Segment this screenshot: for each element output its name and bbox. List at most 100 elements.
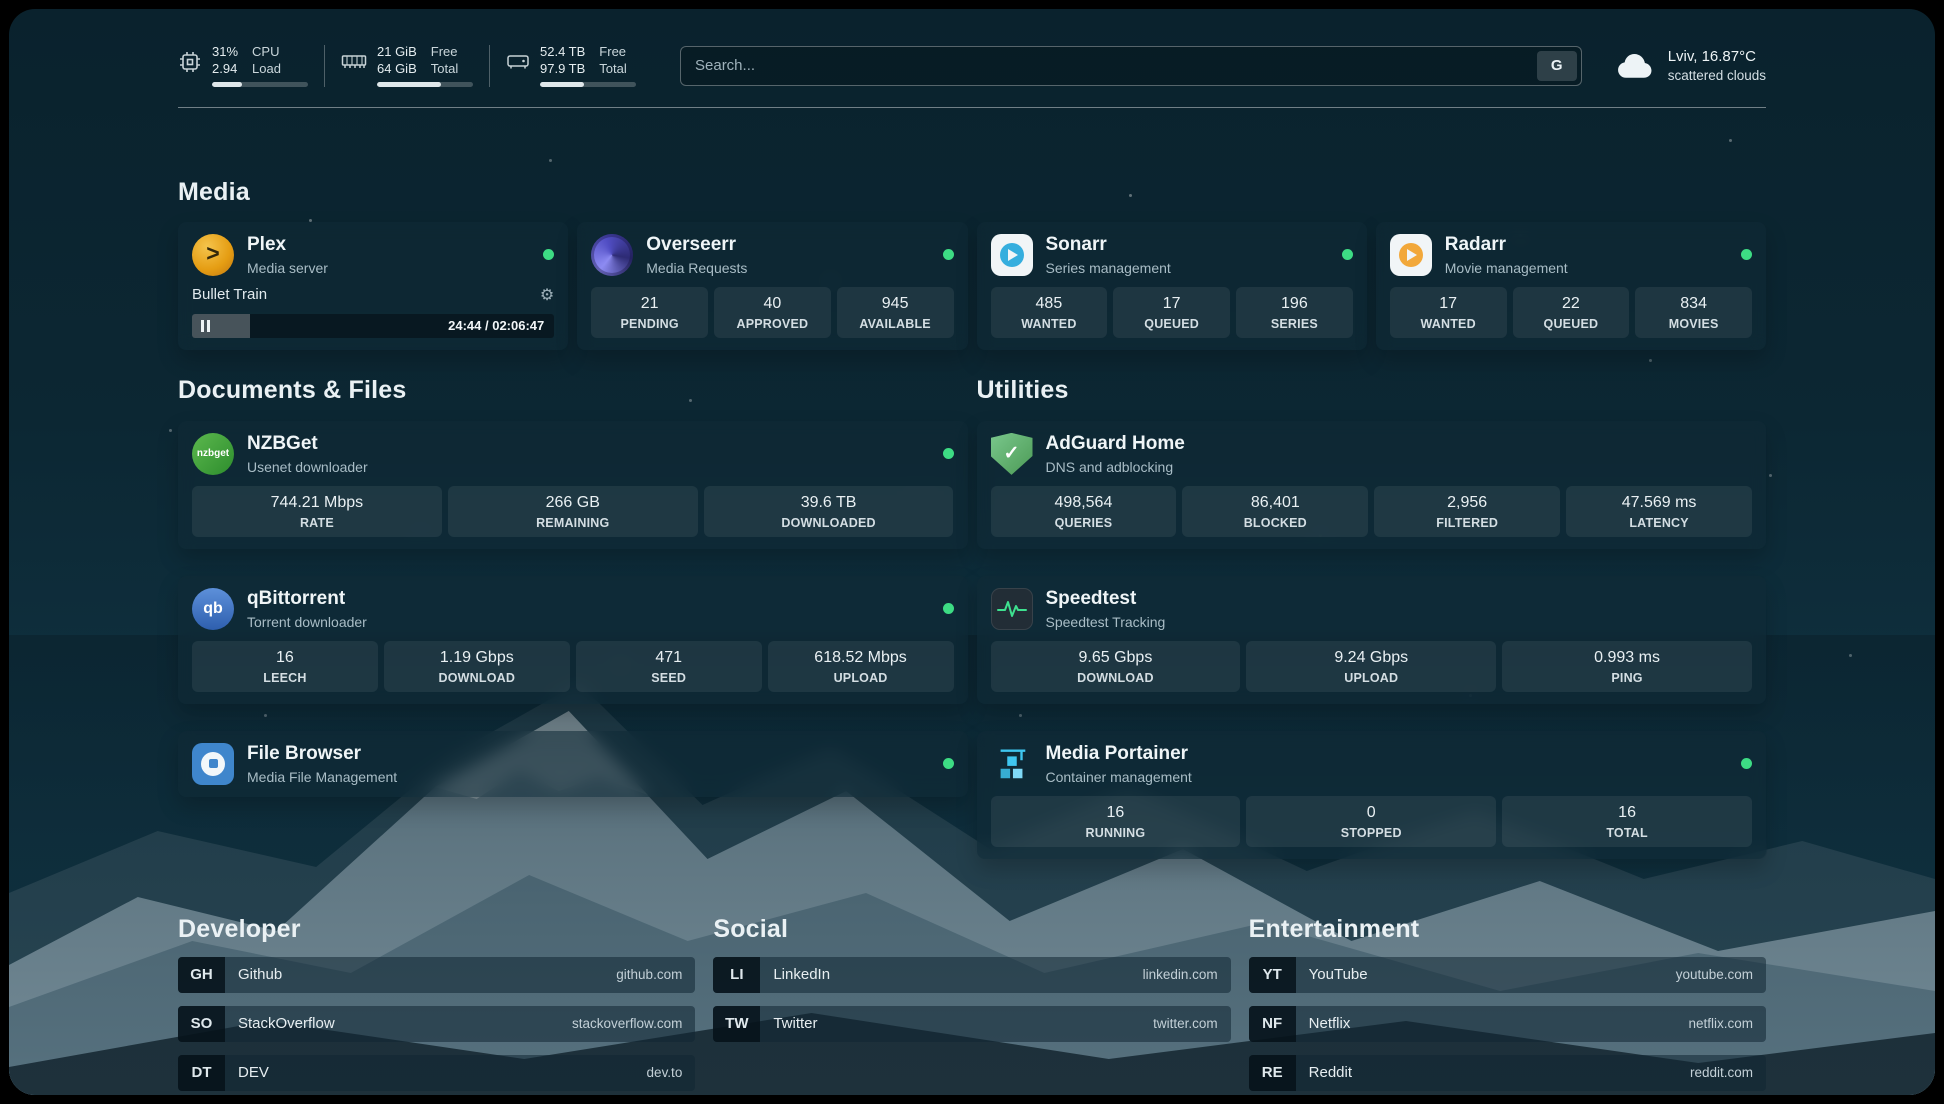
- search-bar: G: [680, 46, 1582, 86]
- disk-icon: [506, 50, 530, 72]
- plex-now-playing-title: Bullet Train: [192, 286, 267, 303]
- sonarr-description: Series management: [1046, 260, 1171, 276]
- bookmark-group-entertainment: Entertainment YT YouTube youtube.com NF …: [1249, 915, 1766, 1091]
- bookmark-linkedin[interactable]: LI LinkedIn linkedin.com: [713, 957, 1230, 993]
- cpu-progress-bar: [212, 82, 308, 87]
- stat-wanted: 17WANTED: [1390, 287, 1507, 338]
- bookmark-stackoverflow[interactable]: SO StackOverflow stackoverflow.com: [178, 1006, 695, 1042]
- bookmark-url: twitter.com: [1153, 1016, 1218, 1031]
- bookmark-url: reddit.com: [1690, 1065, 1753, 1080]
- section-title-entertainment: Entertainment: [1249, 915, 1766, 944]
- stat-seed: 471SEED: [576, 641, 762, 692]
- bookmark-abbr: YT: [1249, 957, 1296, 993]
- cloud-icon: [1614, 50, 1656, 82]
- bookmark-abbr: SO: [178, 1006, 225, 1042]
- radarr-status-dot: [1741, 249, 1752, 260]
- section-utilities: Utilities ✓ AdGuard Home DNS and adblock…: [977, 376, 1767, 859]
- weather-condition: scattered clouds: [1668, 68, 1766, 83]
- nzbget-card[interactable]: nzbget NZBGet Usenet downloader 744.21 M…: [178, 421, 968, 549]
- stat-filtered: 2,956FILTERED: [1374, 486, 1560, 537]
- stat-upload: 618.52 MbpsUPLOAD: [768, 641, 954, 692]
- ram-progress-bar: [377, 82, 473, 87]
- plex-playback-time: 24:44 / 02:06:47: [448, 318, 544, 333]
- adguard-description: DNS and adblocking: [1046, 459, 1185, 475]
- disk-total-label: Total: [599, 62, 626, 77]
- portainer-status-dot: [1741, 758, 1752, 769]
- plex-icon: >: [192, 234, 234, 276]
- overseerr-card[interactable]: Overseerr Media Requests 21PENDING 40APP…: [577, 222, 967, 350]
- bookmark-reddit[interactable]: RE Reddit reddit.com: [1249, 1055, 1766, 1091]
- radarr-icon: [1390, 234, 1432, 276]
- speedtest-description: Speedtest Tracking: [1046, 614, 1166, 630]
- plex-description: Media server: [247, 260, 328, 276]
- disk-stat: 52.4 TB 97.9 TB Free Total: [490, 45, 652, 87]
- stat-upload: 9.24 GbpsUPLOAD: [1246, 641, 1496, 692]
- disk-total-value: 97.9 TB: [540, 62, 585, 77]
- weather-widget: Lviv, 16.87°C scattered clouds: [1614, 48, 1766, 83]
- bookmark-abbr: DT: [178, 1055, 225, 1091]
- topbar: 31% 2.94 CPU Load: [178, 9, 1766, 87]
- stat-queries: 498,564QUERIES: [991, 486, 1177, 537]
- bookmark-github[interactable]: GH Github github.com: [178, 957, 695, 993]
- stat-available: 945AVAILABLE: [837, 287, 954, 338]
- stat-ping: 0.993 msPING: [1502, 641, 1752, 692]
- filebrowser-name: File Browser: [247, 743, 397, 766]
- section-title-social: Social: [713, 915, 1230, 944]
- system-stats: 31% 2.94 CPU Load: [178, 45, 652, 87]
- speedtest-card[interactable]: Speedtest Speedtest Tracking 9.65 GbpsDO…: [977, 576, 1767, 704]
- bookmark-netflix[interactable]: NF Netflix netflix.com: [1249, 1006, 1766, 1042]
- search-input[interactable]: [680, 46, 1582, 86]
- plex-card[interactable]: > Plex Media server Bullet Train ⚙: [178, 222, 568, 350]
- ram-free-label: Free: [431, 45, 458, 60]
- settings-gear-icon[interactable]: ⚙: [540, 285, 554, 305]
- stat-download: 1.19 GbpsDOWNLOAD: [384, 641, 570, 692]
- section-title-media: Media: [178, 178, 1766, 207]
- sonarr-card[interactable]: Sonarr Series management 485WANTED 17QUE…: [977, 222, 1367, 350]
- disk-progress-bar: [540, 82, 636, 87]
- stat-total: 16TOTAL: [1502, 796, 1752, 847]
- bookmark-youtube[interactable]: YT YouTube youtube.com: [1249, 957, 1766, 993]
- bookmark-url: youtube.com: [1676, 967, 1753, 982]
- section-documents: Documents & Files nzbget NZBGet Usenet d…: [178, 376, 968, 859]
- section-title-utilities: Utilities: [977, 376, 1767, 405]
- nzbget-icon: nzbget: [192, 433, 234, 475]
- plex-playback-bar[interactable]: 24:44 / 02:06:47: [192, 314, 554, 338]
- portainer-card[interactable]: Media Portainer Container management 16R…: [977, 731, 1767, 859]
- filebrowser-card[interactable]: File Browser Media File Management: [178, 731, 968, 797]
- cpu-stat: 31% 2.94 CPU Load: [178, 45, 325, 87]
- plex-status-dot: [543, 249, 554, 260]
- portainer-icon: [991, 743, 1033, 785]
- search-engine-button[interactable]: G: [1537, 51, 1577, 81]
- bookmark-abbr: GH: [178, 957, 225, 993]
- stat-remaining: 266 GBREMAINING: [448, 486, 698, 537]
- bookmark-dev[interactable]: DT DEV dev.to: [178, 1055, 695, 1091]
- adguard-name: AdGuard Home: [1046, 433, 1185, 456]
- nzbget-status-dot: [943, 448, 954, 459]
- section-title-developer: Developer: [178, 915, 695, 944]
- bookmark-name: Github: [238, 966, 282, 983]
- stat-approved: 40APPROVED: [714, 287, 831, 338]
- sonarr-name: Sonarr: [1046, 234, 1171, 257]
- adguard-card[interactable]: ✓ AdGuard Home DNS and adblocking 498,56…: [977, 421, 1767, 549]
- bookmark-name: Netflix: [1309, 1015, 1351, 1032]
- bookmark-url: netflix.com: [1688, 1016, 1753, 1031]
- weather-location: Lviv, 16.87°C: [1668, 48, 1766, 65]
- bookmark-abbr: RE: [1249, 1055, 1296, 1091]
- adguard-icon: ✓: [991, 433, 1033, 475]
- qbittorrent-card[interactable]: qb qBittorrent Torrent downloader 16LEEC…: [178, 576, 968, 704]
- bookmark-abbr: TW: [713, 1006, 760, 1042]
- bookmark-name: DEV: [238, 1064, 269, 1081]
- radarr-card[interactable]: Radarr Movie management 17WANTED 22QUEUE…: [1376, 222, 1766, 350]
- plex-name: Plex: [247, 234, 328, 257]
- bookmark-name: YouTube: [1309, 966, 1368, 983]
- cpu-usage-value: 31%: [212, 45, 238, 60]
- cpu-label: CPU: [252, 45, 281, 60]
- pause-icon[interactable]: [201, 320, 210, 332]
- radarr-name: Radarr: [1445, 234, 1568, 257]
- topbar-divider: [178, 107, 1766, 108]
- bookmark-url: linkedin.com: [1143, 967, 1218, 982]
- bookmark-twitter[interactable]: TW Twitter twitter.com: [713, 1006, 1230, 1042]
- sonarr-status-dot: [1342, 249, 1353, 260]
- ram-total-value: 64 GiB: [377, 62, 417, 77]
- bookmark-url: github.com: [616, 967, 682, 982]
